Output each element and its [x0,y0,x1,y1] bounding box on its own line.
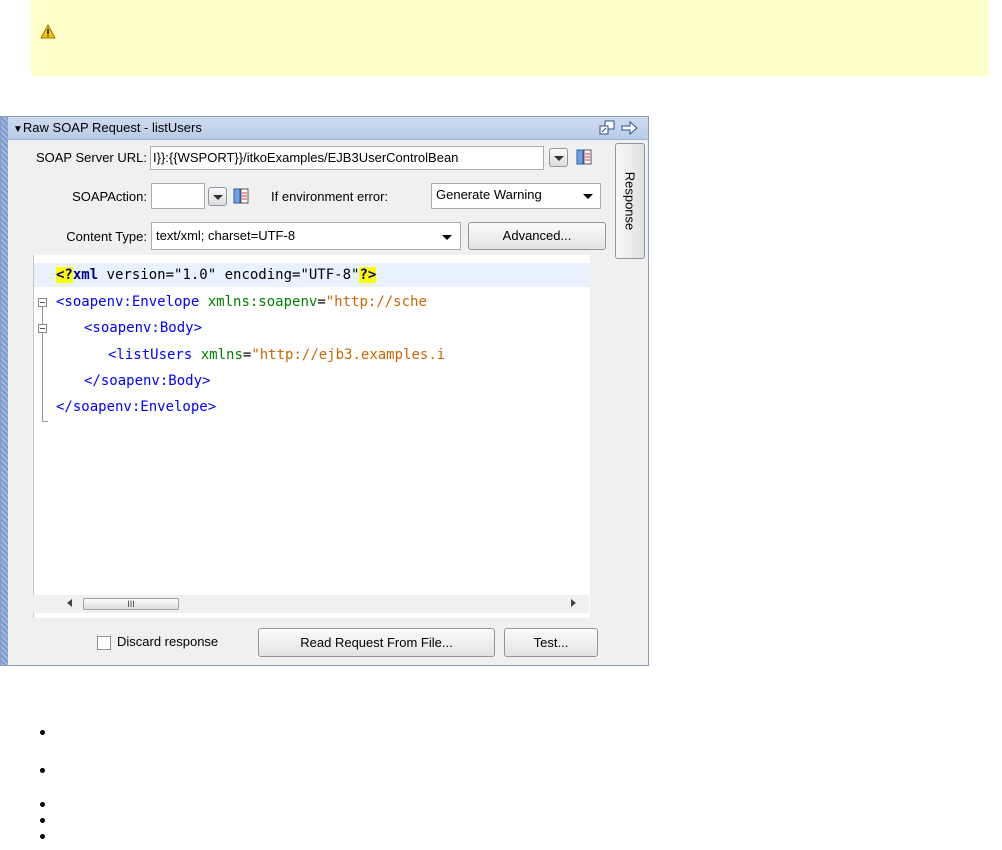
bullet [40,802,45,807]
code-line-4: <listUsers xmlns="http://ejb3.examples.i [108,343,445,367]
read-request-from-file-button[interactable]: Read Request From File... [258,628,495,657]
response-tab[interactable]: Response [615,143,645,259]
xml-editor[interactable]: <?xml version="1.0" encoding="UTF-8"?> <… [33,255,590,618]
listusers-attr: xmlns [192,347,243,363]
env-error-value: Generate Warning [436,187,542,202]
listusers-attr-value: "http://ejb3.examples.i [251,347,446,363]
soap-action-label: SOAPAction: [72,189,147,204]
detach-icon[interactable] [599,120,616,136]
env-error-label: If environment error: [271,189,389,204]
scroll-right-icon[interactable] [571,599,576,607]
envelope-eq: = [317,294,326,310]
chevron-down-icon [442,235,452,240]
soap-server-url-label: SOAP Server URL: [35,150,147,165]
envelope-close-tag: </soapenv:Envelope> [56,399,217,415]
panel-title-text: Raw SOAP Request - listUsers [22,120,202,135]
url-editor-icon[interactable] [576,149,592,165]
scroll-thumb[interactable]: III [83,598,179,610]
panel-header[interactable]: ▼Raw SOAP Request - listUsers [8,117,648,140]
fold-body-icon[interactable] [38,324,47,333]
scroll-left-icon[interactable] [67,599,72,607]
listusers-tag: <listUsers [108,347,193,363]
bullet [40,818,45,823]
chevron-down-icon [583,194,593,199]
content-type-label: Content Type: [66,229,147,244]
raw-soap-request-panel: ▼Raw SOAP Request - listUsers SOAP Serve… [0,116,649,666]
warning-banner [31,0,989,76]
soap-server-url-input[interactable]: I}}:{{WSPORT}}/itkoExamples/EJB3UserCont… [150,146,544,170]
code-line-2: <soapenv:Envelope xmlns:soapenv="http://… [56,290,427,314]
bullet [40,768,45,773]
pi-attrs: version="1.0" encoding="UTF-8" [98,267,360,283]
code-line-3: <soapenv:Body> [84,316,202,340]
test-button[interactable]: Test... [504,628,598,657]
bullet [40,834,45,839]
fold-guide [42,333,43,422]
content-type-value: text/xml; charset=UTF-8 [156,228,296,243]
arrow-right-icon[interactable] [621,120,639,136]
envelope-attr: xmlns:soapenv [199,294,318,310]
panel-title[interactable]: ▼Raw SOAP Request - listUsers [13,120,202,135]
fold-end [42,421,48,422]
collapse-triangle-icon[interactable]: ▼ [13,124,23,135]
fold-envelope-icon[interactable] [38,298,47,307]
code-line-5: </soapenv:Body> [84,369,210,393]
envelope-attr-value: "http://sche [325,294,427,310]
soap-action-editor-icon[interactable] [233,188,249,204]
bullet [40,730,45,735]
pi-name: xml [72,267,99,283]
envelope-open-tag: <soapenv:Envelope [56,294,200,310]
code-line-6: </soapenv:Envelope> [56,395,216,419]
body-close-tag: </soapenv:Body> [84,373,211,389]
pi-open: <? [56,267,73,283]
response-tab-label: Response [622,171,638,231]
content-type-select[interactable]: text/xml; charset=UTF-8 [151,222,461,250]
warning-icon [40,24,56,39]
soap-action-dropdown-button[interactable] [208,187,227,206]
body-open-tag: <soapenv:Body> [84,320,203,336]
soap-action-input[interactable] [151,183,205,209]
editor-horizontal-scrollbar[interactable]: III [33,595,589,613]
env-error-select[interactable]: Generate Warning [431,183,601,209]
discard-response-checkbox[interactable] [97,636,111,650]
fold-guide [42,307,43,324]
advanced-button[interactable]: Advanced... [468,222,606,250]
discard-response-label: Discard response [117,634,219,649]
code-line-1: <?xml version="1.0" encoding="UTF-8"?> [56,263,377,287]
soap-server-url-dropdown-button[interactable] [549,148,568,167]
pi-close: ?> [359,267,377,283]
